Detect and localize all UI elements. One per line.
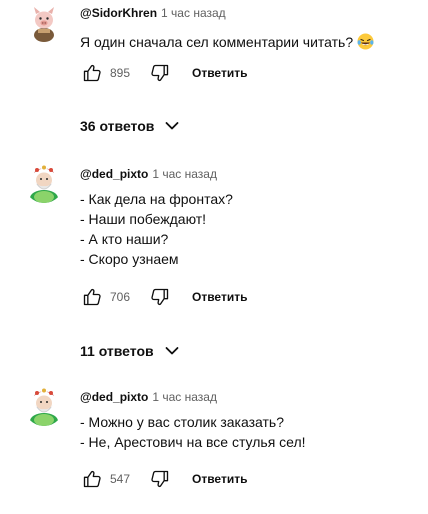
comment-actions: 706 Ответить [80, 285, 247, 309]
comment-author[interactable]: @SidorKhren [80, 6, 157, 20]
replies-count-label: 36 ответов [80, 118, 155, 134]
reply-button[interactable]: Ответить [192, 290, 247, 304]
dislike-button[interactable] [148, 285, 172, 309]
comment-time[interactable]: 1 час назад [161, 6, 226, 20]
reply-button[interactable]: Ответить [192, 472, 247, 486]
comment-text: - Можно у вас столик заказать? - Не, Аре… [80, 412, 306, 452]
replies-toggle[interactable]: 36 ответов [80, 115, 180, 137]
comment-text: - Как дела на фронтах? - Наши побеждают!… [80, 189, 233, 269]
chevron-down-icon [164, 118, 180, 134]
comment-text: Я один сначала сел комментарии читать? [80, 32, 374, 52]
thumb-down-icon [151, 288, 169, 306]
like-count: 706 [110, 290, 131, 304]
dislike-button[interactable] [148, 61, 172, 85]
comment-text-line: - Не, Арестович на все стулья сел! [80, 434, 306, 450]
comment-actions: 547 Ответить [80, 467, 247, 491]
like-count: 895 [110, 66, 131, 80]
laughing-tears-emoji [357, 33, 374, 50]
avatar[interactable] [24, 386, 64, 426]
thumb-up-icon [83, 288, 101, 306]
comment-meta: @ded_pixto 1 час назад [80, 389, 217, 405]
comment-time[interactable]: 1 час назад [152, 167, 217, 181]
thumb-up-icon [83, 470, 101, 488]
avatar[interactable] [24, 163, 64, 203]
thumb-down-icon [151, 470, 169, 488]
dislike-button[interactable] [148, 467, 172, 491]
like-button[interactable] [80, 61, 104, 85]
comment-text-line: - Как дела на фронтах? [80, 191, 233, 207]
avatar[interactable] [24, 3, 64, 43]
pig-avatar-icon [24, 3, 64, 43]
like-button[interactable] [80, 467, 104, 491]
comment-text-line: Я один сначала сел комментарии читать? [80, 34, 354, 50]
comment-meta: @SidorKhren 1 час назад [80, 5, 226, 21]
comment-author[interactable]: @ded_pixto [80, 167, 148, 181]
like-button[interactable] [80, 285, 104, 309]
comment-text-line: - А кто наши? [80, 231, 169, 247]
comment-actions: 895 Ответить [80, 61, 247, 85]
like-count: 547 [110, 472, 131, 486]
old-man-avatar-icon [24, 163, 64, 203]
thumb-down-icon [151, 64, 169, 82]
comment-time[interactable]: 1 час назад [152, 390, 217, 404]
comment-meta: @ded_pixto 1 час назад [80, 166, 217, 182]
chevron-down-icon [164, 343, 180, 359]
comment-text-line: - Скоро узнаем [80, 251, 179, 267]
old-man-avatar-icon [24, 386, 64, 426]
thumb-up-icon [83, 64, 101, 82]
comment-author[interactable]: @ded_pixto [80, 390, 148, 404]
comment-text-line: - Наши побеждают! [80, 211, 207, 227]
replies-count-label: 11 ответов [80, 343, 154, 359]
reply-button[interactable]: Ответить [192, 66, 247, 80]
comment-text-line: - Можно у вас столик заказать? [80, 414, 285, 430]
replies-toggle[interactable]: 11 ответов [80, 340, 180, 362]
